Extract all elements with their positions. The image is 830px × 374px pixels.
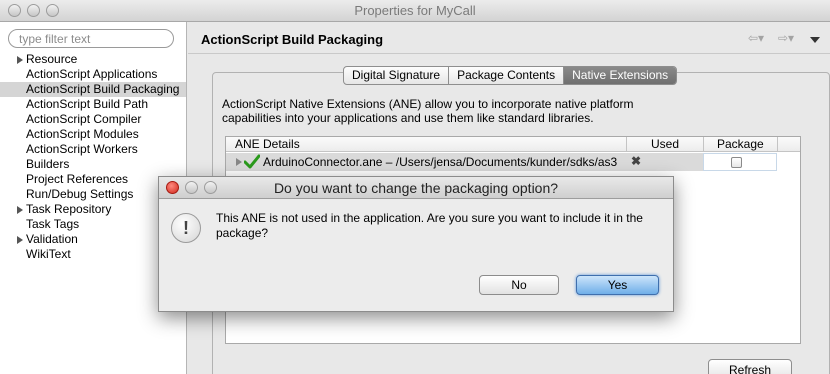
tree-item-label: ActionScript Build Path (26, 97, 149, 111)
column-header-details[interactable]: ANE Details (235, 137, 300, 152)
tree-item-label: WikiText (26, 247, 71, 261)
refresh-button[interactable]: Refresh (708, 359, 792, 374)
tree-item-label: ActionScript Workers (26, 142, 138, 156)
expand-triangle-icon[interactable] (236, 158, 242, 166)
tree-item-actionscript-modules[interactable]: ActionScript Modules (0, 127, 186, 142)
expand-triangle-icon[interactable] (17, 206, 23, 214)
x-mark-icon: ✖ (631, 154, 642, 168)
table-row[interactable]: ArduinoConnector.ane – /Users/jensa/Docu… (226, 153, 800, 171)
warning-icon: ! (171, 213, 201, 243)
tree-item-label: Validation (26, 232, 78, 246)
column-header-package[interactable]: Package (717, 137, 764, 152)
column-divider (703, 137, 704, 152)
tab-bar: Digital Signature Package Contents Nativ… (343, 66, 678, 85)
yes-button[interactable]: Yes (576, 275, 659, 295)
tree-item-actionscript-workers[interactable]: ActionScript Workers (0, 142, 186, 157)
tree-item-label: ActionScript Build Packaging (26, 82, 180, 96)
dialog-message: This ANE is not used in the application.… (216, 211, 643, 240)
column-header-used[interactable]: Used (651, 137, 679, 152)
ane-name: ArduinoConnector.ane – /Users/jensa/Docu… (263, 155, 618, 169)
tree-item-actionscript-applications[interactable]: ActionScript Applications (0, 67, 186, 82)
tree-item-actionscript-compiler[interactable]: ActionScript Compiler (0, 112, 186, 127)
tab-package-contents[interactable]: Package Contents (449, 67, 565, 84)
tree-item-label: Run/Debug Settings (26, 187, 134, 201)
back-arrow-icon[interactable]: ⇦▾ (748, 31, 764, 45)
tree-item-builders[interactable]: Builders (0, 157, 186, 172)
tab-native-extensions[interactable]: Native Extensions (564, 67, 677, 84)
window-titlebar: Properties for MyCall (0, 0, 830, 22)
expand-triangle-icon[interactable] (17, 56, 23, 64)
expand-triangle-icon[interactable] (17, 236, 23, 244)
tree-item-actionscript-build-packaging[interactable]: ActionScript Build Packaging (0, 82, 186, 97)
package-checkbox[interactable] (731, 157, 742, 168)
ane-description: ActionScript Native Extensions (ANE) all… (222, 97, 634, 125)
tree-item-label: Task Repository (26, 202, 112, 216)
window-title: Properties for MyCall (354, 3, 476, 18)
tree-item-label: Task Tags (26, 217, 80, 231)
confirm-dialog: Do you want to change the packaging opti… (158, 176, 674, 312)
tree-item-label: Builders (26, 157, 70, 171)
dialog-titlebar: Do you want to change the packaging opti… (159, 177, 673, 199)
tree-item-label: Project References (26, 172, 129, 186)
no-button[interactable]: No (479, 275, 559, 295)
tab-digital-signature[interactable]: Digital Signature (344, 67, 450, 84)
green-check-icon (243, 154, 261, 172)
divider (188, 53, 830, 54)
tree-item-label: ActionScript Modules (26, 127, 139, 141)
filter-input[interactable] (8, 29, 174, 48)
table-header: ANE Details Used Package (226, 137, 800, 152)
view-menu-icon[interactable] (810, 37, 820, 43)
dialog-title: Do you want to change the packaging opti… (273, 180, 559, 196)
forward-arrow-icon[interactable]: ⇨▾ (778, 31, 794, 45)
row-details-cell[interactable]: ArduinoConnector.ane – /Users/jensa/Docu… (226, 153, 703, 171)
tree-item-label: ActionScript Applications (26, 67, 158, 81)
tree-item-resource[interactable]: Resource (0, 52, 186, 67)
column-divider (777, 137, 778, 152)
page-title: ActionScript Build Packaging (201, 32, 384, 47)
column-divider (626, 137, 627, 152)
tree-item-label: Resource (26, 52, 78, 66)
tree-item-actionscript-build-path[interactable]: ActionScript Build Path (0, 97, 186, 112)
tree-item-label: ActionScript Compiler (26, 112, 142, 126)
